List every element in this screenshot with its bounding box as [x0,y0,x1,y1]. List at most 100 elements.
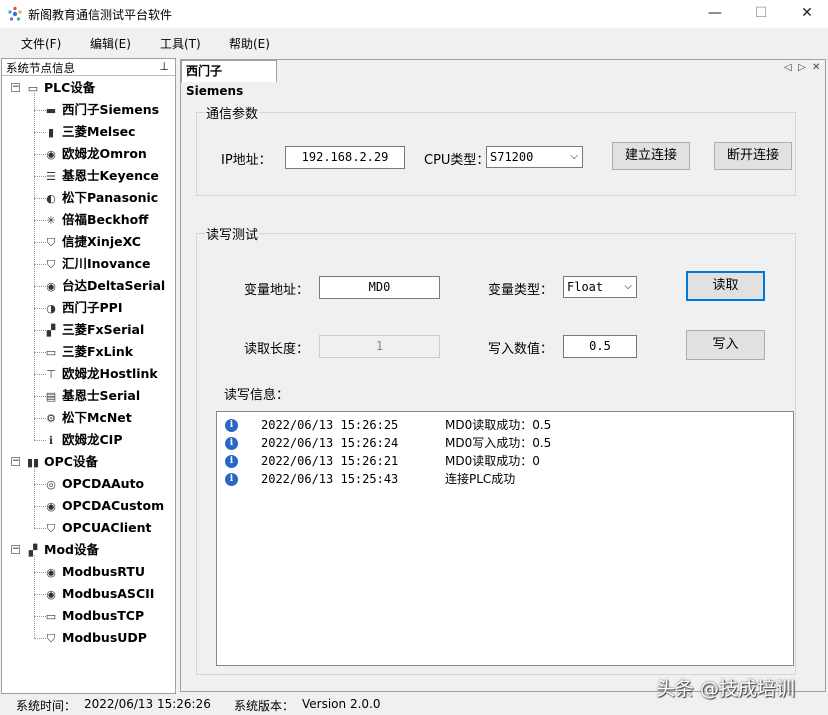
tree-item[interactable]: ◎ OPCDAAuto [44,473,144,495]
sidebar-header: 系统节点信息 ⊥ [2,59,175,76]
var-address-input[interactable]: MD0 [319,276,440,299]
tree-item-label: ModbusRTU [62,564,146,579]
connect-button[interactable]: 建立连接 [612,142,690,170]
tree-item[interactable]: ◉ OPCDACustom [44,495,164,517]
maximize-button[interactable]: ☐ [738,0,784,28]
tree-connector [34,352,46,353]
read-button[interactable]: 读取 [686,271,765,301]
info-icon: i [225,419,238,432]
write-button[interactable]: 写入 [686,330,765,360]
collapse-toggle-icon[interactable]: − [11,545,20,554]
system-time-value: 2022/06/13 15:26:26 [84,697,211,711]
tree-connector [34,440,46,441]
cpu-type-select[interactable]: S71200 ⌵ [486,146,583,168]
tree-item-label: 松下McNet [62,410,132,425]
minimize-button[interactable]: — [692,0,738,28]
close-button[interactable]: ✕ [784,0,828,28]
read-length-input[interactable]: 1 [319,335,440,358]
tree-connector [34,572,46,573]
tree-item[interactable]: ⛉ OPCUAClient [44,517,152,539]
tree-connector [34,555,35,638]
close-icon: ✕ [801,5,813,21]
tab-siemens[interactable]: 西门子Siemens [181,60,277,98]
tab-prev-icon[interactable]: ◁ [784,62,792,73]
tree-item-label: ModbusUDP [62,630,147,645]
tree-connector [34,396,46,397]
tree-item[interactable]: ⛉ ModbusUDP [44,627,147,649]
tree-item[interactable]: ℹ 欧姆龙CIP [44,429,123,451]
write-value-input[interactable]: 0.5 [563,335,637,358]
var-type-select[interactable]: Float ⌵ [563,276,637,298]
log-message: MD0写入成功：0.5 [445,436,552,450]
log-row[interactable]: i 2022/06/13 15:26:24 MD0写入成功：0.5 [217,434,787,452]
disconnect-button[interactable]: 断开连接 [714,142,792,170]
tree-connector [34,242,46,243]
cpu-type-label: CPU类型： [424,153,490,168]
device-icon: ▭ [45,346,57,359]
collapse-toggle-icon[interactable]: − [11,457,20,466]
collapse-toggle-icon[interactable]: − [11,83,20,92]
tree-item-label: 西门子PPI [62,300,123,315]
ip-input[interactable]: 192.168.2.29 [285,146,405,169]
device-icon: ☰ [46,170,56,183]
tree-item[interactable]: ⛉ 汇川Inovance [44,253,151,275]
tab-close-icon[interactable]: ✕ [812,62,820,73]
log-row[interactable]: i 2022/06/13 15:26:25 MD0读取成功：0.5 [217,416,787,434]
tree-item[interactable]: ▭ 三菱FxLink [44,341,133,363]
tree-item[interactable]: ⚙ 松下McNet [44,407,132,429]
tree-group-label: PLC设备 [44,80,96,95]
tree-item[interactable]: ⛉ 信捷XinjeXC [44,231,141,253]
tree-item[interactable]: ⊤ 欧姆龙Hostlink [44,363,158,385]
tree-item-label: 信捷XinjeXC [62,234,141,249]
menu-file[interactable]: 文件(F) [21,35,61,52]
log-list[interactable]: i 2022/06/13 15:26:25 MD0读取成功：0.5 i 2022/06/… [216,411,794,666]
tree-item[interactable]: ▤ 基恩士Serial [44,385,140,407]
tab-next-icon[interactable]: ▷ [798,62,806,73]
tree-item[interactable]: ▬ 西门子Siemens [44,99,159,121]
menu-help[interactable]: 帮助(E) [229,35,270,52]
device-icon: ⊤ [46,368,56,381]
menu-bar: 文件(F) 编辑(E) 工具(T) 帮助(E) [0,28,828,56]
tree-connector [34,286,46,287]
menu-edit[interactable]: 编辑(E) [90,35,131,52]
rw-test-title: 读写测试 [205,224,260,243]
tree-item[interactable]: ◑ 西门子PPI [44,297,122,319]
log-row[interactable]: i 2022/06/13 15:26:21 MD0读取成功：0 [217,452,787,470]
tree-item[interactable]: ▭ ModbusTCP [44,605,144,627]
chevron-down-icon: ⌵ [624,281,632,292]
windows-icon: ▞ [28,544,38,557]
tree-item[interactable]: ✳ 倍福Beckhoff [44,209,148,231]
log-time: 2022/06/13 15:25:43 [261,472,399,486]
tree-connector [34,528,46,529]
tree-item[interactable]: ▮ 三菱Melsec [44,121,136,143]
tree-connector [34,110,46,111]
pin-icon[interactable]: ⊥ [159,60,169,73]
tree-item[interactable]: ▞ 三菱FxSerial [44,319,145,341]
device-icon: ◉ [46,148,56,161]
tree-group-1[interactable]: ▮▮ OPC设备 [26,451,98,473]
tree-item[interactable]: ◐ 松下Panasonic [44,187,158,209]
tree-group-0[interactable]: ▭ PLC设备 [26,77,96,99]
log-row[interactable]: i 2022/06/13 15:25:43 连接PLC成功 [217,470,787,488]
device-icon: ⛉ [46,258,56,271]
info-icon: i [225,437,238,450]
tree-group-2[interactable]: ▞ Mod设备 [26,539,99,561]
tree-item[interactable]: ◉ ModbusASCII [44,583,154,605]
info-icon: i [225,455,238,468]
maximize-icon: ☐ [754,5,768,21]
tree-item[interactable]: ◉ 台达DeltaSerial [44,275,165,297]
tree-group-label: Mod设备 [44,542,99,557]
tree-item[interactable]: ◉ 欧姆龙Omron [44,143,147,165]
menu-tools[interactable]: 工具(T) [160,35,201,52]
sidebar-title: 系统节点信息 [6,61,75,75]
ip-label: IP地址： [221,153,272,168]
log-message: 连接PLC成功 [445,472,516,486]
tree-item[interactable]: ☰ 基恩士Keyence [44,165,159,187]
tree-item-label: OPCUAClient [62,520,152,535]
tree-item[interactable]: ◉ ModbusRTU [44,561,145,583]
log-time: 2022/06/13 15:26:24 [261,436,399,450]
log-message: MD0读取成功：0 [445,454,540,468]
device-icon: ◉ [46,588,56,601]
tree-item-label: 倍福Beckhoff [62,212,149,227]
tree-item-label: 欧姆龙CIP [62,432,123,447]
